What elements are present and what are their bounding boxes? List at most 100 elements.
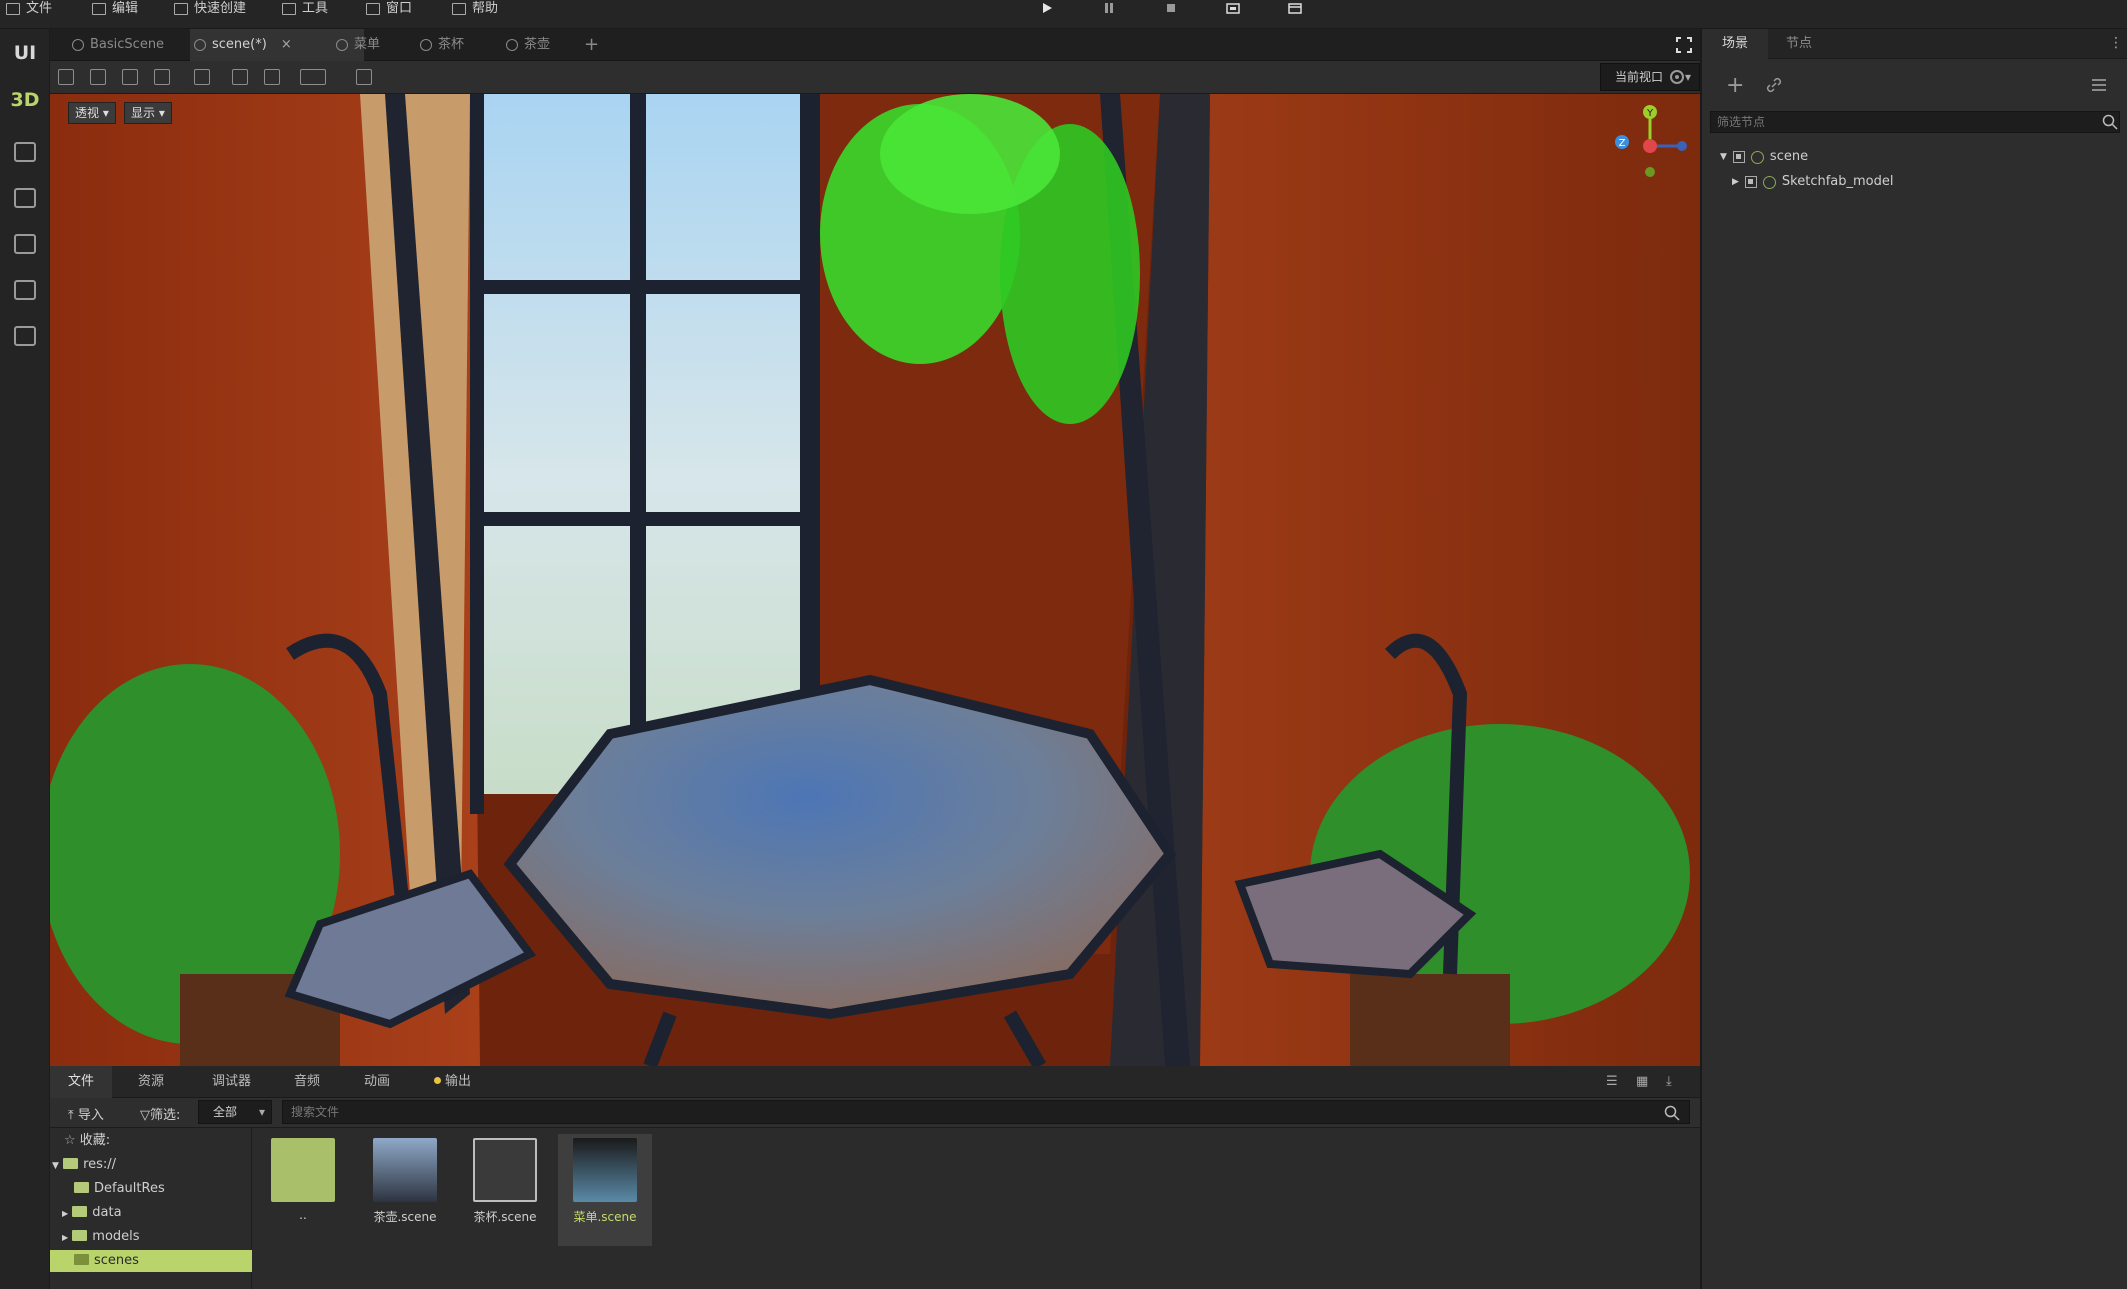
file-search-input[interactable]: 搜索文件 [282,1100,1690,1124]
snap-icon[interactable] [264,69,280,85]
add-tab-button[interactable]: + [576,29,606,61]
display-button[interactable]: 显示 ▾ [124,102,172,124]
tab-files[interactable]: 文件 [50,1066,113,1098]
select-icon[interactable] [58,69,74,85]
folder-icon [74,1254,89,1265]
move-icon[interactable] [90,69,106,85]
tab-audio[interactable]: 音频 [276,1066,338,1098]
pause-icon[interactable] [1102,2,1116,14]
search-icon[interactable] [1664,1105,1680,1121]
menu-file[interactable]: 文件 [6,0,52,17]
tab-assets[interactable]: 资源 [120,1066,182,1098]
tree-folder-data[interactable]: ▶ data [50,1202,252,1224]
export-icon[interactable] [14,280,36,300]
capture-icon[interactable] [1288,2,1302,14]
pivot-icon[interactable] [232,69,248,85]
viewport-toolbar: 当前视口 ▾ [50,61,1700,94]
file-grid: .. 茶壶.scene 茶杯.scene 菜单.scene [252,1128,1700,1289]
editor-window: 文件 编辑 快速创建 工具 窗口 帮助 UI 3D BasicScene sce… [0,0,2127,1289]
menu-window[interactable]: 窗口 [366,0,412,17]
tree-folder-models[interactable]: ▶ models [50,1226,252,1248]
gear-icon[interactable] [1668,68,1686,86]
tab-teacup[interactable]: 茶杯 [416,29,500,61]
scene-viewport[interactable]: 透视 ▾ 显示 ▾ Y Z [50,94,1700,1066]
tab-debugger[interactable]: 调试器 [194,1066,269,1098]
file-item-parent[interactable]: .. [256,1134,350,1246]
menu-quick-create[interactable]: 快速创建 [174,0,246,17]
tree-folder-defaultres[interactable]: DefaultRes [50,1178,252,1200]
screenshot-icon[interactable] [1226,2,1240,14]
scene-tab-bar: BasicScene scene(*) × 菜单 茶杯 茶壶 + [50,29,1700,61]
grid-icon[interactable] [300,69,326,85]
tab-menu[interactable]: 菜单 [332,29,416,61]
stop-icon[interactable] [1164,2,1178,14]
file-item-teacup[interactable]: 茶杯.scene [458,1134,552,1246]
quick-create-icon [174,2,188,15]
folder-icon [74,1182,89,1193]
more-icon[interactable]: ⋮ [2109,35,2123,51]
caret-right-icon: ▶ [62,1233,69,1242]
file-tree: ☆ 收藏: ▼ res:// DefaultRes ▶ data ▶ model… [50,1128,252,1289]
chevron-down-icon: ▾ [258,1105,265,1119]
edit-icon [92,2,106,15]
store-icon[interactable] [14,188,36,208]
scene-panel-tabs: 场景 节点 ⋮ [1702,29,2127,59]
rect-icon[interactable] [194,69,210,85]
projection-button[interactable]: 透视 ▾ [68,102,116,124]
star-icon: ☆ [64,1133,76,1148]
fullscreen-icon[interactable] [1676,37,1692,53]
bottom-panel: 文件 资源 调试器 音频 动画 输出 ☰ ▦ ⤓ ⤒ 导入 ▽筛选: 全部 ▾ 搜… [50,1066,1700,1289]
menu-edit[interactable]: 编辑 [92,0,138,17]
file-item-teapot[interactable]: 茶壶.scene [358,1134,452,1246]
folder-icon [271,1138,335,1202]
tree-node-scene[interactable]: ▼ scene [1720,146,1808,168]
list-menu-icon[interactable] [2092,79,2106,91]
menu-help[interactable]: 帮助 [452,0,498,17]
caret-right-icon[interactable]: ▶ [1732,171,1739,193]
rotate-icon[interactable] [122,69,138,85]
scene-clapper-icon [473,1138,537,1202]
tab-scene-tree[interactable]: 场景 [1702,29,1769,59]
tree-root-res[interactable]: ▼ res:// [50,1154,252,1176]
caret-down-icon[interactable]: ▼ [1720,146,1727,168]
tab-animation[interactable]: 动画 [346,1066,408,1098]
settings-panel-icon[interactable] [14,234,36,254]
node-filter-input[interactable]: 筛选节点 [1710,111,2120,133]
file-item-menu[interactable]: 菜单.scene [558,1134,652,1246]
mode-3d[interactable]: 3D [0,89,50,111]
tab-basicscene[interactable]: BasicScene [68,29,188,61]
filter-select[interactable]: 全部 ▾ [198,1100,272,1124]
tree-node-sketchfab-model[interactable]: ▶ Sketchfab_model [1732,171,1894,193]
axis-z-label: Z [1619,138,1626,149]
download-icon[interactable]: ⤓ [1666,1074,1672,1089]
mode-ui[interactable]: UI [0,42,50,64]
axis-gizmo[interactable]: Y Z [1610,100,1690,180]
link-icon[interactable] [1766,77,1782,93]
camera-icon[interactable] [356,69,372,85]
search-icon[interactable] [2102,114,2118,130]
scene-panel: 场景 节点 ⋮ + 筛选节点 ▼ scene ▶ Sketchfab_model [1700,29,2127,1289]
add-node-icon[interactable]: + [1726,73,1744,98]
tab-teapot[interactable]: 茶壶 [502,29,586,61]
play-icon[interactable] [1040,2,1054,14]
tab-output[interactable]: 输出 [416,1066,489,1098]
axis-y-label: Y [1646,108,1654,119]
chevron-down-icon: ▾ [158,106,165,120]
list-view-icon[interactable]: ☰ [1606,1074,1618,1089]
folder-icon [63,1158,79,1169]
visibility-checkbox[interactable] [1732,151,1745,163]
scale-icon[interactable] [154,69,170,85]
menu-tools[interactable]: 工具 [282,0,328,17]
caret-right-icon: ▶ [62,1209,69,1218]
close-tab-icon[interactable]: × [281,37,292,52]
favorites-row[interactable]: ☆ 收藏: [50,1130,252,1152]
document-icon[interactable] [14,326,36,346]
tree-folder-scenes[interactable]: scenes [50,1250,252,1272]
tab-nodes[interactable]: 节点 [1766,29,1832,59]
grid-view-icon[interactable]: ▦ [1636,1074,1648,1089]
visibility-checkbox[interactable] [1744,176,1757,188]
path-icon[interactable] [14,142,36,162]
menu-thumbnail [573,1138,637,1202]
status-dot-icon [434,1077,441,1084]
import-button[interactable]: ⤒ 导入 [68,1104,104,1123]
